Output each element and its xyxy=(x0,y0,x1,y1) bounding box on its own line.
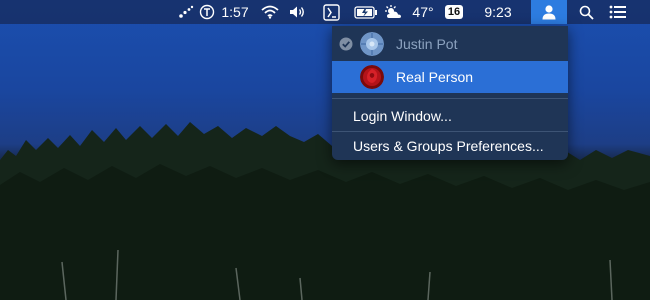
menubar-time-label[interactable]: 1:57 xyxy=(219,0,251,24)
current-user-name: Justin Pot xyxy=(396,36,458,52)
weather-temp-label[interactable]: 47° xyxy=(408,0,438,24)
users-groups-preferences-label: Users & Groups Preferences... xyxy=(353,138,544,154)
login-window-label: Login Window... xyxy=(353,108,452,124)
user-menu-button[interactable] xyxy=(531,0,567,24)
clock-label: 9:23 xyxy=(484,4,512,20)
spotlight-icon[interactable] xyxy=(575,0,597,24)
calendar-date: 16 xyxy=(444,5,464,19)
user-icon xyxy=(542,5,556,20)
selected-user-name: Real Person xyxy=(396,69,474,85)
calendar-date-icon[interactable]: 16 xyxy=(442,0,466,24)
avatar xyxy=(360,32,384,56)
weather-icon[interactable] xyxy=(381,0,407,24)
user-switcher-menu: Justin Pot Real Person Login Window... U… xyxy=(332,26,568,160)
notification-center-icon[interactable] xyxy=(605,0,631,24)
menu-item-switch-user[interactable]: Real Person xyxy=(332,61,568,93)
menu-separator xyxy=(332,98,568,99)
menu-item-users-groups-preferences[interactable]: Users & Groups Preferences... xyxy=(332,133,568,159)
time-machine-icon[interactable] xyxy=(196,0,218,24)
wifi-icon[interactable] xyxy=(258,0,282,24)
checkmark-icon xyxy=(339,37,353,51)
weather-temp: 47° xyxy=(412,4,434,20)
tether-icon[interactable] xyxy=(175,0,197,24)
avatar xyxy=(360,65,384,89)
menu-item-current-user[interactable]: Justin Pot xyxy=(332,28,568,60)
battery-icon[interactable] xyxy=(352,0,380,24)
text-input-icon[interactable] xyxy=(320,0,342,24)
menu-item-login-window[interactable]: Login Window... xyxy=(332,103,568,129)
menubar-clock[interactable]: 9:23 xyxy=(480,0,516,24)
menubar-time: 1:57 xyxy=(221,4,249,20)
menu-separator xyxy=(332,131,568,132)
menu-bar: 1:57 47° 16 9:23 xyxy=(0,0,650,24)
volume-icon[interactable] xyxy=(286,0,310,24)
